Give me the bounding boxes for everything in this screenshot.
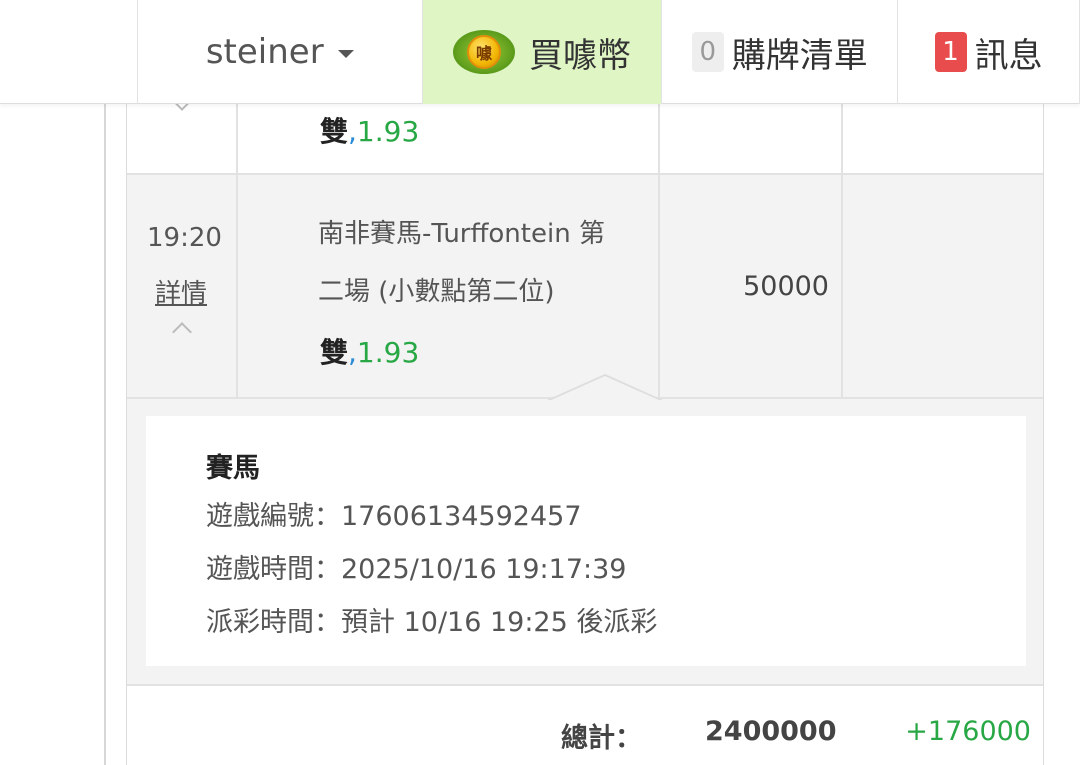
- pick-label: 雙: [320, 115, 349, 148]
- game-number-line: 遊戲編號：17606134592457: [206, 494, 582, 533]
- coin-icon: 噱: [453, 30, 515, 74]
- bet-time: 19:20: [147, 223, 222, 253]
- total-label: 總計：: [561, 723, 642, 754]
- buy-coins-label: 買噱幣: [529, 35, 631, 76]
- game-number-label: 遊戲編號：: [206, 501, 341, 532]
- total-row: 總計： 2400000 +176000: [127, 686, 1043, 765]
- bet-detail-card: 賽馬 遊戲編號：17606134592457 遊戲時間：2025/10/16 1…: [146, 416, 1026, 666]
- detail-pointer-fill: [549, 376, 661, 401]
- pick-odds: 雙,1.93: [320, 331, 419, 371]
- detail-title: 賽馬: [206, 453, 260, 484]
- chevron-up-icon[interactable]: [172, 322, 192, 342]
- page-left-border: [104, 104, 106, 765]
- user-menu-dropdown[interactable]: steiner: [138, 0, 423, 104]
- username-label: steiner: [205, 32, 324, 72]
- game-name-line2: 二場 (小數點第二位): [318, 277, 555, 307]
- game-time-line: 遊戲時間：2025/10/16 19:17:39: [206, 547, 626, 586]
- detail-link[interactable]: 詳情: [155, 273, 207, 310]
- row-amount-cell: 50000: [660, 175, 843, 397]
- table-row: 19:20 詳情 南非賽馬-Turffontein 第 二場 (小數點第二位) …: [127, 175, 1043, 399]
- odds-value: 1.93: [356, 115, 420, 148]
- pick-label: 雙: [320, 336, 349, 369]
- bet-detail-panel: 賽馬 遊戲編號：17606134592457 遊戲時間：2025/10/16 1…: [127, 399, 1043, 686]
- caret-down-icon: [337, 50, 354, 58]
- payout-time-line: 派彩時間：預計 10/16 19:25 後派彩: [206, 600, 657, 639]
- ticket-list-label: 購牌清單: [731, 35, 868, 76]
- row-game-cell: 南非賽馬-Turffontein 第 二場 (小數點第二位) 雙,1.93: [238, 175, 660, 397]
- row-result-cell: [843, 175, 1043, 397]
- pick-separator: ,: [348, 115, 357, 148]
- messages-button[interactable]: 1 訊息: [898, 0, 1080, 104]
- bet-amount: 50000: [743, 271, 829, 302]
- row-time-cell: 19:20 詳情: [127, 175, 238, 397]
- nav-spacer: [0, 0, 138, 104]
- top-navigation: steiner 噱 買噱幣 0 購牌清單 1 訊息: [0, 0, 1080, 104]
- game-time-label: 遊戲時間：: [206, 554, 341, 585]
- ticket-count-badge: 0: [691, 32, 724, 72]
- game-number-value: 17606134592457: [341, 501, 582, 532]
- bet-record-table: 雙,1.93 19:20 詳情 南非賽馬-Turffontein 第 二場 (小…: [126, 80, 1044, 765]
- buy-coins-button[interactable]: 噱 買噱幣: [422, 0, 663, 104]
- payout-time-label: 派彩時間：: [206, 607, 341, 638]
- game-time-value: 2025/10/16 19:17:39: [341, 554, 627, 585]
- total-win-amount: +176000: [905, 716, 1031, 747]
- payout-time-value: 預計 10/16 19:25 後派彩: [341, 607, 658, 638]
- pick-odds: 雙,1.93: [320, 110, 419, 150]
- total-bet-amount: 2400000: [705, 716, 837, 747]
- ticket-list-button[interactable]: 0 購牌清單: [662, 0, 899, 104]
- game-name-line1: 南非賽馬-Turffontein 第: [318, 219, 605, 249]
- message-count-badge: 1: [934, 32, 967, 72]
- odds-value: 1.93: [356, 336, 420, 369]
- pick-separator: ,: [348, 336, 357, 369]
- messages-label: 訊息: [974, 35, 1043, 76]
